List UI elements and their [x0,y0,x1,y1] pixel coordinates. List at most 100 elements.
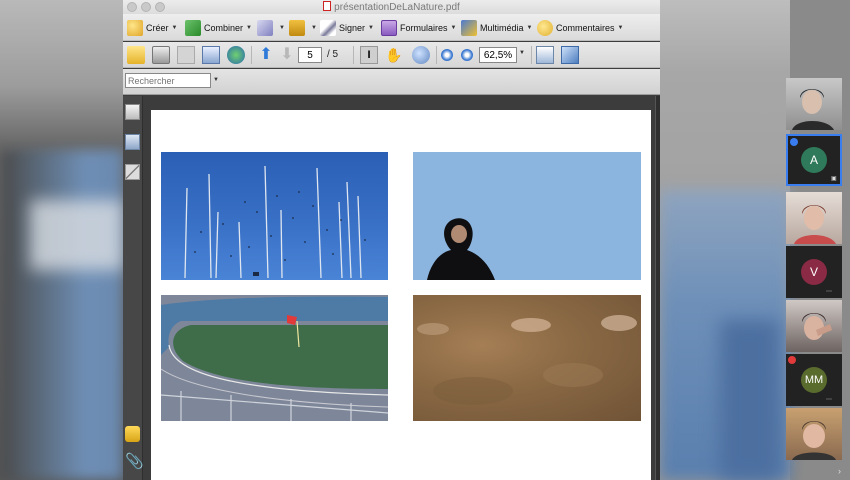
previous-page-icon[interactable]: ⬆ [257,46,275,64]
photo-dry-field [413,295,641,421]
open-folder-icon[interactable] [127,46,145,64]
task-toolbar: Créer ▼ Combiner ▼ ▼ ▼ Signer ▼ Formulai… [123,14,660,41]
participant-video [802,313,832,340]
mute-icon: ⋯ [826,397,832,403]
fit-page-icon[interactable] [536,46,554,64]
formulaires-label: Formulaires [400,23,448,33]
comments-panel-icon[interactable] [125,426,140,442]
pin-icon [790,138,798,146]
avatar: A [801,147,827,173]
page-total: / 5 [327,49,339,60]
participant-video-tile[interactable] [786,300,842,352]
photo-running-track-image [161,295,388,421]
window-title: présentationDeLaNature.pdf [123,1,660,13]
photo-dry-field-image [417,315,637,405]
creer-label: Créer [146,23,169,33]
toolbar-separator [531,46,532,64]
participant-avatar-tile[interactable]: A ▣ [786,134,842,186]
save-icon[interactable] [177,46,195,64]
signer-label: Signer [339,23,366,33]
toolbar-separator [251,46,252,64]
avatar: V [801,259,827,285]
search-bar: ▼ [123,69,660,95]
chevron-down-icon: ▼ [617,25,624,31]
formulaires-button[interactable]: Formulaires ▼ [381,19,456,37]
toolbar-separator [353,46,354,64]
attachments-icon[interactable]: 📎 [125,454,144,470]
photo-person-hood-image [427,218,495,280]
email-icon[interactable] [202,46,220,64]
combiner-label: Combiner [204,23,244,33]
bookmarks-icon[interactable] [125,134,140,150]
combine-files-icon [185,20,201,36]
chevron-down-icon: ▼ [246,25,252,31]
avatar-initial: V [809,265,818,279]
navigation-toolbar: ⬆ ⬇ / 5 I ✋ ▼ [123,42,660,68]
screen-share-icon: ▣ [831,176,837,182]
combiner-button[interactable]: Combiner ▼ [185,19,252,37]
zoom-tool-icon[interactable] [412,46,430,64]
navigation-panel: 📎 [123,96,144,480]
chevron-down-icon[interactable]: ▼ [519,50,525,56]
creer-button[interactable]: Créer ▼ [127,19,177,37]
background-right [660,0,790,480]
next-page-icon[interactable]: ⬇ [278,46,296,64]
signer-button[interactable]: Signer ▼ [320,19,374,37]
background-left [0,0,123,480]
zoom-in-icon[interactable] [461,49,473,61]
signatures-icon[interactable] [125,164,140,180]
mute-icon: ⋯ [826,289,832,295]
full-screen-icon[interactable] [561,46,579,64]
comment-icon [537,20,553,36]
secure-button[interactable]: ▼ [289,19,317,37]
commentaires-label: Commentaires [556,23,615,33]
participant-video [794,205,836,244]
select-tool-icon[interactable]: I [360,46,378,64]
acrobat-window: présentationDeLaNature.pdf Créer ▼ Combi… [123,0,660,480]
zoom-out-icon[interactable] [441,49,453,61]
multimedia-button[interactable]: Multimédia ▼ [461,19,532,37]
recording-icon [788,356,796,364]
create-pdf-icon [127,20,143,36]
print-icon[interactable] [152,46,170,64]
pen-icon [320,20,336,36]
chevron-down-icon: ▼ [368,25,374,31]
avatar: MM [801,367,827,393]
search-input[interactable] [125,73,211,88]
chevron-down-icon: ▼ [279,25,285,31]
chevron-right-icon[interactable]: › [838,466,841,476]
photo-person-hood [413,152,641,280]
participant-video-tile[interactable] [786,408,842,460]
zoom-level-input[interactable] [479,47,517,63]
window-title-text: présentationDeLaNature.pdf [334,2,460,13]
participant-video-tile[interactable] [786,78,842,130]
multimedia-icon [461,20,477,36]
avatar-initial: A [809,153,818,167]
participant-video-tile[interactable] [786,192,842,244]
vertical-scrollbar[interactable] [655,96,660,480]
photo-birds-poles-image [184,165,366,279]
hand-tool-icon[interactable]: ✋ [385,46,403,64]
collaborate-icon[interactable] [227,46,245,64]
chevron-down-icon: ▼ [450,25,457,31]
pages-icon[interactable] [125,104,140,120]
photo-running-track [161,295,388,421]
page-number-input[interactable] [298,47,322,63]
chevron-down-icon: ▼ [311,25,317,31]
toolbar-separator [436,46,437,64]
participant-strip: A ▣ V ⋯ MM ⋯ [786,78,842,470]
participant-avatar-tile[interactable]: MM ⋯ [786,354,842,406]
pdf-page [151,110,651,480]
document-area [143,96,660,480]
lock-icon [289,20,305,36]
participant-avatar-tile[interactable]: V ⋯ [786,246,842,298]
title-bar: présentationDeLaNature.pdf [123,0,660,14]
participant-video [792,89,834,130]
background-blur [30,200,123,270]
avatar-initial: MM [804,374,824,386]
share-button[interactable]: ▼ [257,19,285,37]
commentaires-button[interactable]: Commentaires ▼ [537,19,623,37]
chevron-down-icon: ▼ [526,25,533,31]
photo-birds-poles [161,152,388,280]
chevron-down-icon[interactable]: ▼ [213,77,219,83]
